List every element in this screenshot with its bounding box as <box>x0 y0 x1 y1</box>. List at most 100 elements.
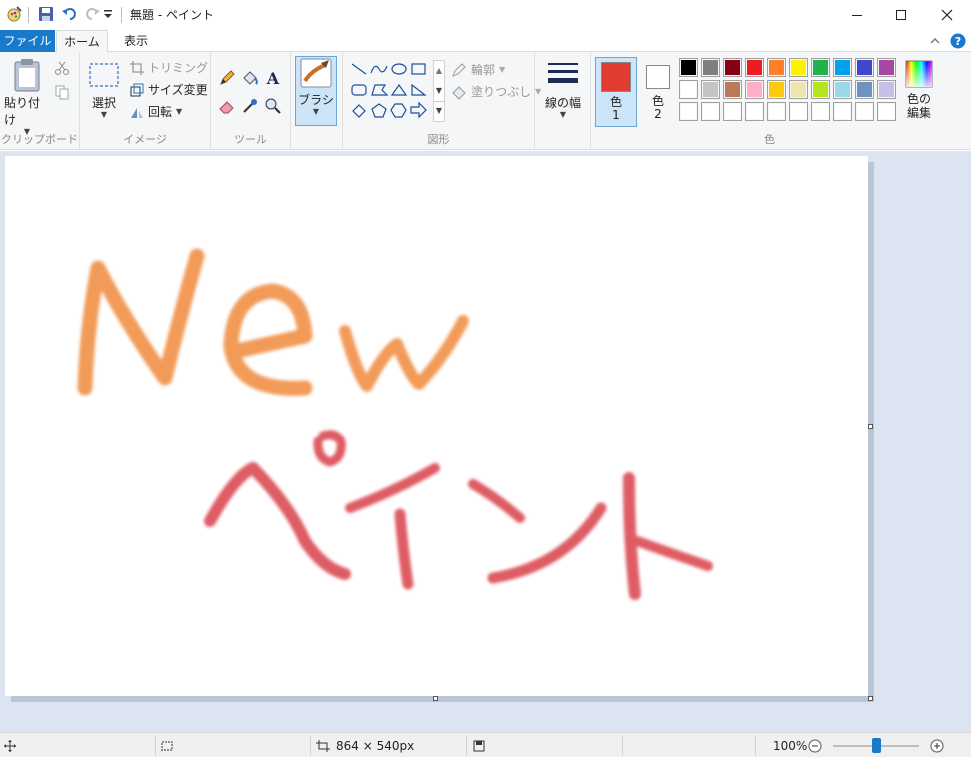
cut-icon[interactable] <box>52 58 72 78</box>
canvas-artwork <box>77 248 713 600</box>
paste-button[interactable]: 貼り付け ▼ <box>4 58 50 136</box>
shapes-gallery[interactable] <box>349 60 433 122</box>
save-icon[interactable] <box>36 4 56 24</box>
crop-button[interactable]: トリミング <box>130 59 208 76</box>
copy-icon[interactable] <box>52 82 72 102</box>
text-tool-icon[interactable]: A <box>263 68 283 88</box>
pencil-icon[interactable] <box>217 68 237 88</box>
size-button[interactable]: 線の幅 ▼ <box>541 60 585 119</box>
color2-number: 2 <box>654 107 662 121</box>
tools-group-label: ツール <box>234 133 267 146</box>
edit-colors-button[interactable]: 色の 編集 <box>902 60 936 120</box>
palette-swatch[interactable] <box>745 102 764 121</box>
shape-fill-icon <box>452 85 466 100</box>
palette-swatch[interactable] <box>789 102 808 121</box>
shapes-group-label: 図形 <box>427 133 450 146</box>
close-button[interactable] <box>924 0 970 30</box>
select-label: 選択 <box>91 96 116 110</box>
maximize-button[interactable] <box>878 0 924 30</box>
zoom-in-button[interactable] <box>930 733 944 758</box>
palette-swatch[interactable] <box>855 80 874 99</box>
brushes-button[interactable]: ブラシ ▼ <box>295 56 337 126</box>
drawing-canvas[interactable] <box>5 156 868 696</box>
resize-handle-bottom[interactable] <box>433 696 438 701</box>
palette-swatch[interactable] <box>833 58 852 77</box>
palette-swatch[interactable] <box>877 102 896 121</box>
palette-swatch[interactable] <box>767 102 786 121</box>
palette-swatch[interactable] <box>833 80 852 99</box>
resize-label: サイズ変更 <box>148 83 208 97</box>
image-group-label: イメージ <box>123 133 167 146</box>
customize-qat-icon[interactable] <box>101 4 115 24</box>
edit-colors-label-1: 色の <box>906 92 931 106</box>
tab-view[interactable]: 表示 <box>112 30 160 52</box>
edit-colors-label-2: 編集 <box>906 106 931 120</box>
palette-swatch[interactable] <box>701 80 720 99</box>
color1-button[interactable]: 色 1 <box>595 57 637 127</box>
outline-label: 輪郭 <box>471 63 496 77</box>
palette-swatch[interactable] <box>679 102 698 121</box>
paste-label: 貼り付け <box>4 96 41 127</box>
svg-text:?: ? <box>955 35 961 48</box>
canvas-size-text: 864 × 540px <box>336 738 415 753</box>
color1-swatch <box>601 62 631 92</box>
palette-swatch[interactable] <box>723 102 742 121</box>
palette-swatch[interactable] <box>877 58 896 77</box>
palette-swatch[interactable] <box>855 102 874 121</box>
paint-app-icon[interactable] <box>4 4 24 24</box>
outline-button[interactable]: 輪郭 ▼ <box>451 61 505 78</box>
resize-handle-right[interactable] <box>868 424 873 429</box>
palette-swatch[interactable] <box>833 102 852 121</box>
palette-swatch[interactable] <box>789 80 808 99</box>
brushes-group: ブラシ ▼ <box>291 52 343 150</box>
palette-swatch[interactable] <box>723 80 742 99</box>
palette-swatch[interactable] <box>767 80 786 99</box>
color2-button[interactable]: 色 2 <box>641 57 675 127</box>
colors-group: 色 1 色 2 色の 編集 色 <box>591 52 948 150</box>
palette-swatch[interactable] <box>811 102 830 121</box>
select-button[interactable]: 選択 ▼ <box>86 62 122 119</box>
fill-button[interactable]: 塗りつぶし ▼ <box>451 83 541 100</box>
palette-swatch[interactable] <box>745 80 764 99</box>
palette-swatch[interactable] <box>723 58 742 77</box>
drawing-paint <box>204 430 713 600</box>
palette-swatch[interactable] <box>679 80 698 99</box>
palette-swatch[interactable] <box>855 58 874 77</box>
resize-icon <box>130 83 144 96</box>
close-icon <box>941 9 953 21</box>
rotate-button[interactable]: 回転 ▼ <box>130 103 182 120</box>
collapse-ribbon-icon[interactable] <box>928 34 942 51</box>
brush-icon <box>300 58 332 88</box>
rotate-label: 回転 <box>148 105 173 119</box>
resize-handle-corner[interactable] <box>868 696 873 701</box>
redo-icon[interactable] <box>82 4 102 24</box>
palette-swatch[interactable] <box>745 58 764 77</box>
resize-button[interactable]: サイズ変更 <box>130 81 208 98</box>
palette-swatch[interactable] <box>811 58 830 77</box>
size-label: 線の幅 <box>544 96 581 110</box>
palette-swatch[interactable] <box>767 58 786 77</box>
minimize-button[interactable] <box>834 0 880 30</box>
undo-icon[interactable] <box>60 4 80 24</box>
tab-home[interactable]: ホーム <box>56 30 108 53</box>
zoom-out-button[interactable] <box>808 733 822 758</box>
eraser-icon[interactable] <box>217 96 237 116</box>
zoom-slider-thumb[interactable] <box>872 738 881 753</box>
palette-swatch[interactable] <box>811 80 830 99</box>
image-group: 選択 ▼ トリミング サイズ変更 回転 ▼ イメージ <box>80 52 211 150</box>
magnifier-icon[interactable] <box>263 96 283 116</box>
edit-colors-icon <box>905 60 933 88</box>
palette-swatch[interactable] <box>877 80 896 99</box>
palette-swatch[interactable] <box>701 58 720 77</box>
tools-group: A ツール <box>211 52 291 150</box>
color-picker-icon[interactable] <box>240 96 260 116</box>
palette-swatch[interactable] <box>789 58 808 77</box>
tab-file[interactable]: ファイル <box>0 30 55 52</box>
palette-swatch[interactable] <box>701 102 720 121</box>
help-icon[interactable]: ? <box>950 33 966 52</box>
svg-text:A: A <box>266 69 280 87</box>
palette-swatch[interactable] <box>679 58 698 77</box>
fill-bucket-icon[interactable] <box>240 68 260 88</box>
zoom-out-icon <box>808 739 822 752</box>
shapes-scroll[interactable]: ▲ ▼ ▼ <box>433 60 445 122</box>
